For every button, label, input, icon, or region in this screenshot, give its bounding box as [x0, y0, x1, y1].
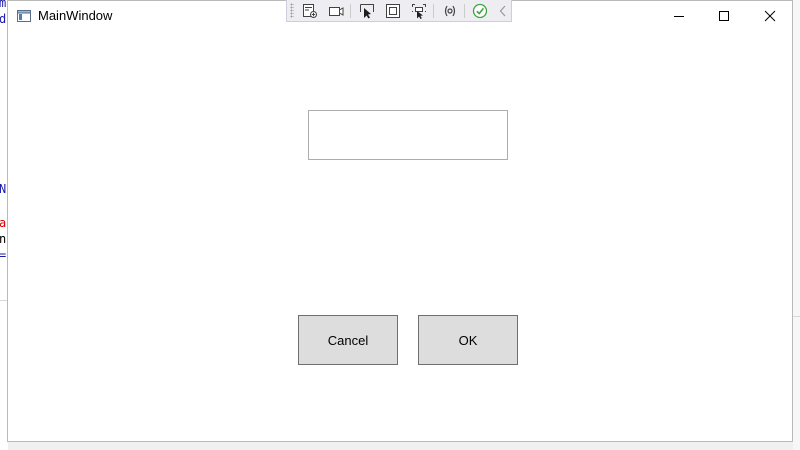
code-fragment: n [0, 232, 7, 246]
collapse-toolbar-button[interactable] [494, 2, 512, 20]
toolbar-separator [350, 4, 351, 18]
code-fragment: a [0, 216, 7, 230]
code-fragment: = [0, 248, 7, 262]
cancel-button[interactable]: Cancel [298, 315, 398, 365]
track-focused-element-icon [412, 4, 426, 19]
minimize-icon [674, 16, 684, 17]
collapse-icon [499, 5, 506, 17]
maximize-button[interactable] [701, 1, 747, 31]
go-to-live-visual-tree-button[interactable] [301, 2, 319, 20]
background-right-divider [793, 316, 800, 317]
minimize-button[interactable] [656, 1, 702, 31]
close-icon [764, 10, 776, 22]
maximize-icon [719, 11, 729, 21]
hot-reload-ok-icon [472, 3, 488, 19]
go-to-live-visual-tree-icon [303, 4, 317, 18]
select-element-icon [360, 4, 374, 19]
display-layout-adorners-icon [386, 4, 400, 18]
record-icon [329, 7, 344, 16]
binding-failures-icon [444, 5, 456, 17]
main-window: MainWindow Cancel OK [7, 0, 793, 442]
close-button[interactable] [747, 1, 793, 31]
xaml-debug-toolbar [286, 0, 512, 22]
window-title: MainWindow [38, 8, 113, 23]
code-fragment: m [0, 0, 7, 10]
toolbar-separator [433, 4, 434, 18]
track-focused-element-button[interactable] [410, 2, 428, 20]
ok-button[interactable]: OK [418, 315, 518, 365]
hot-reload-status-button[interactable] [471, 2, 489, 20]
select-element-button[interactable] [358, 2, 376, 20]
display-layout-adorners-button[interactable] [384, 2, 402, 20]
app-window-icon [17, 9, 31, 22]
toolbar-grip-icon[interactable] [290, 3, 294, 18]
text-input[interactable] [308, 110, 508, 160]
toolbar-separator [464, 4, 465, 18]
code-fragment: d [0, 12, 7, 26]
background-right-strip [793, 0, 800, 450]
record-button[interactable] [327, 2, 345, 20]
binding-failures-button[interactable] [441, 2, 459, 20]
code-fragment: N [0, 182, 7, 196]
